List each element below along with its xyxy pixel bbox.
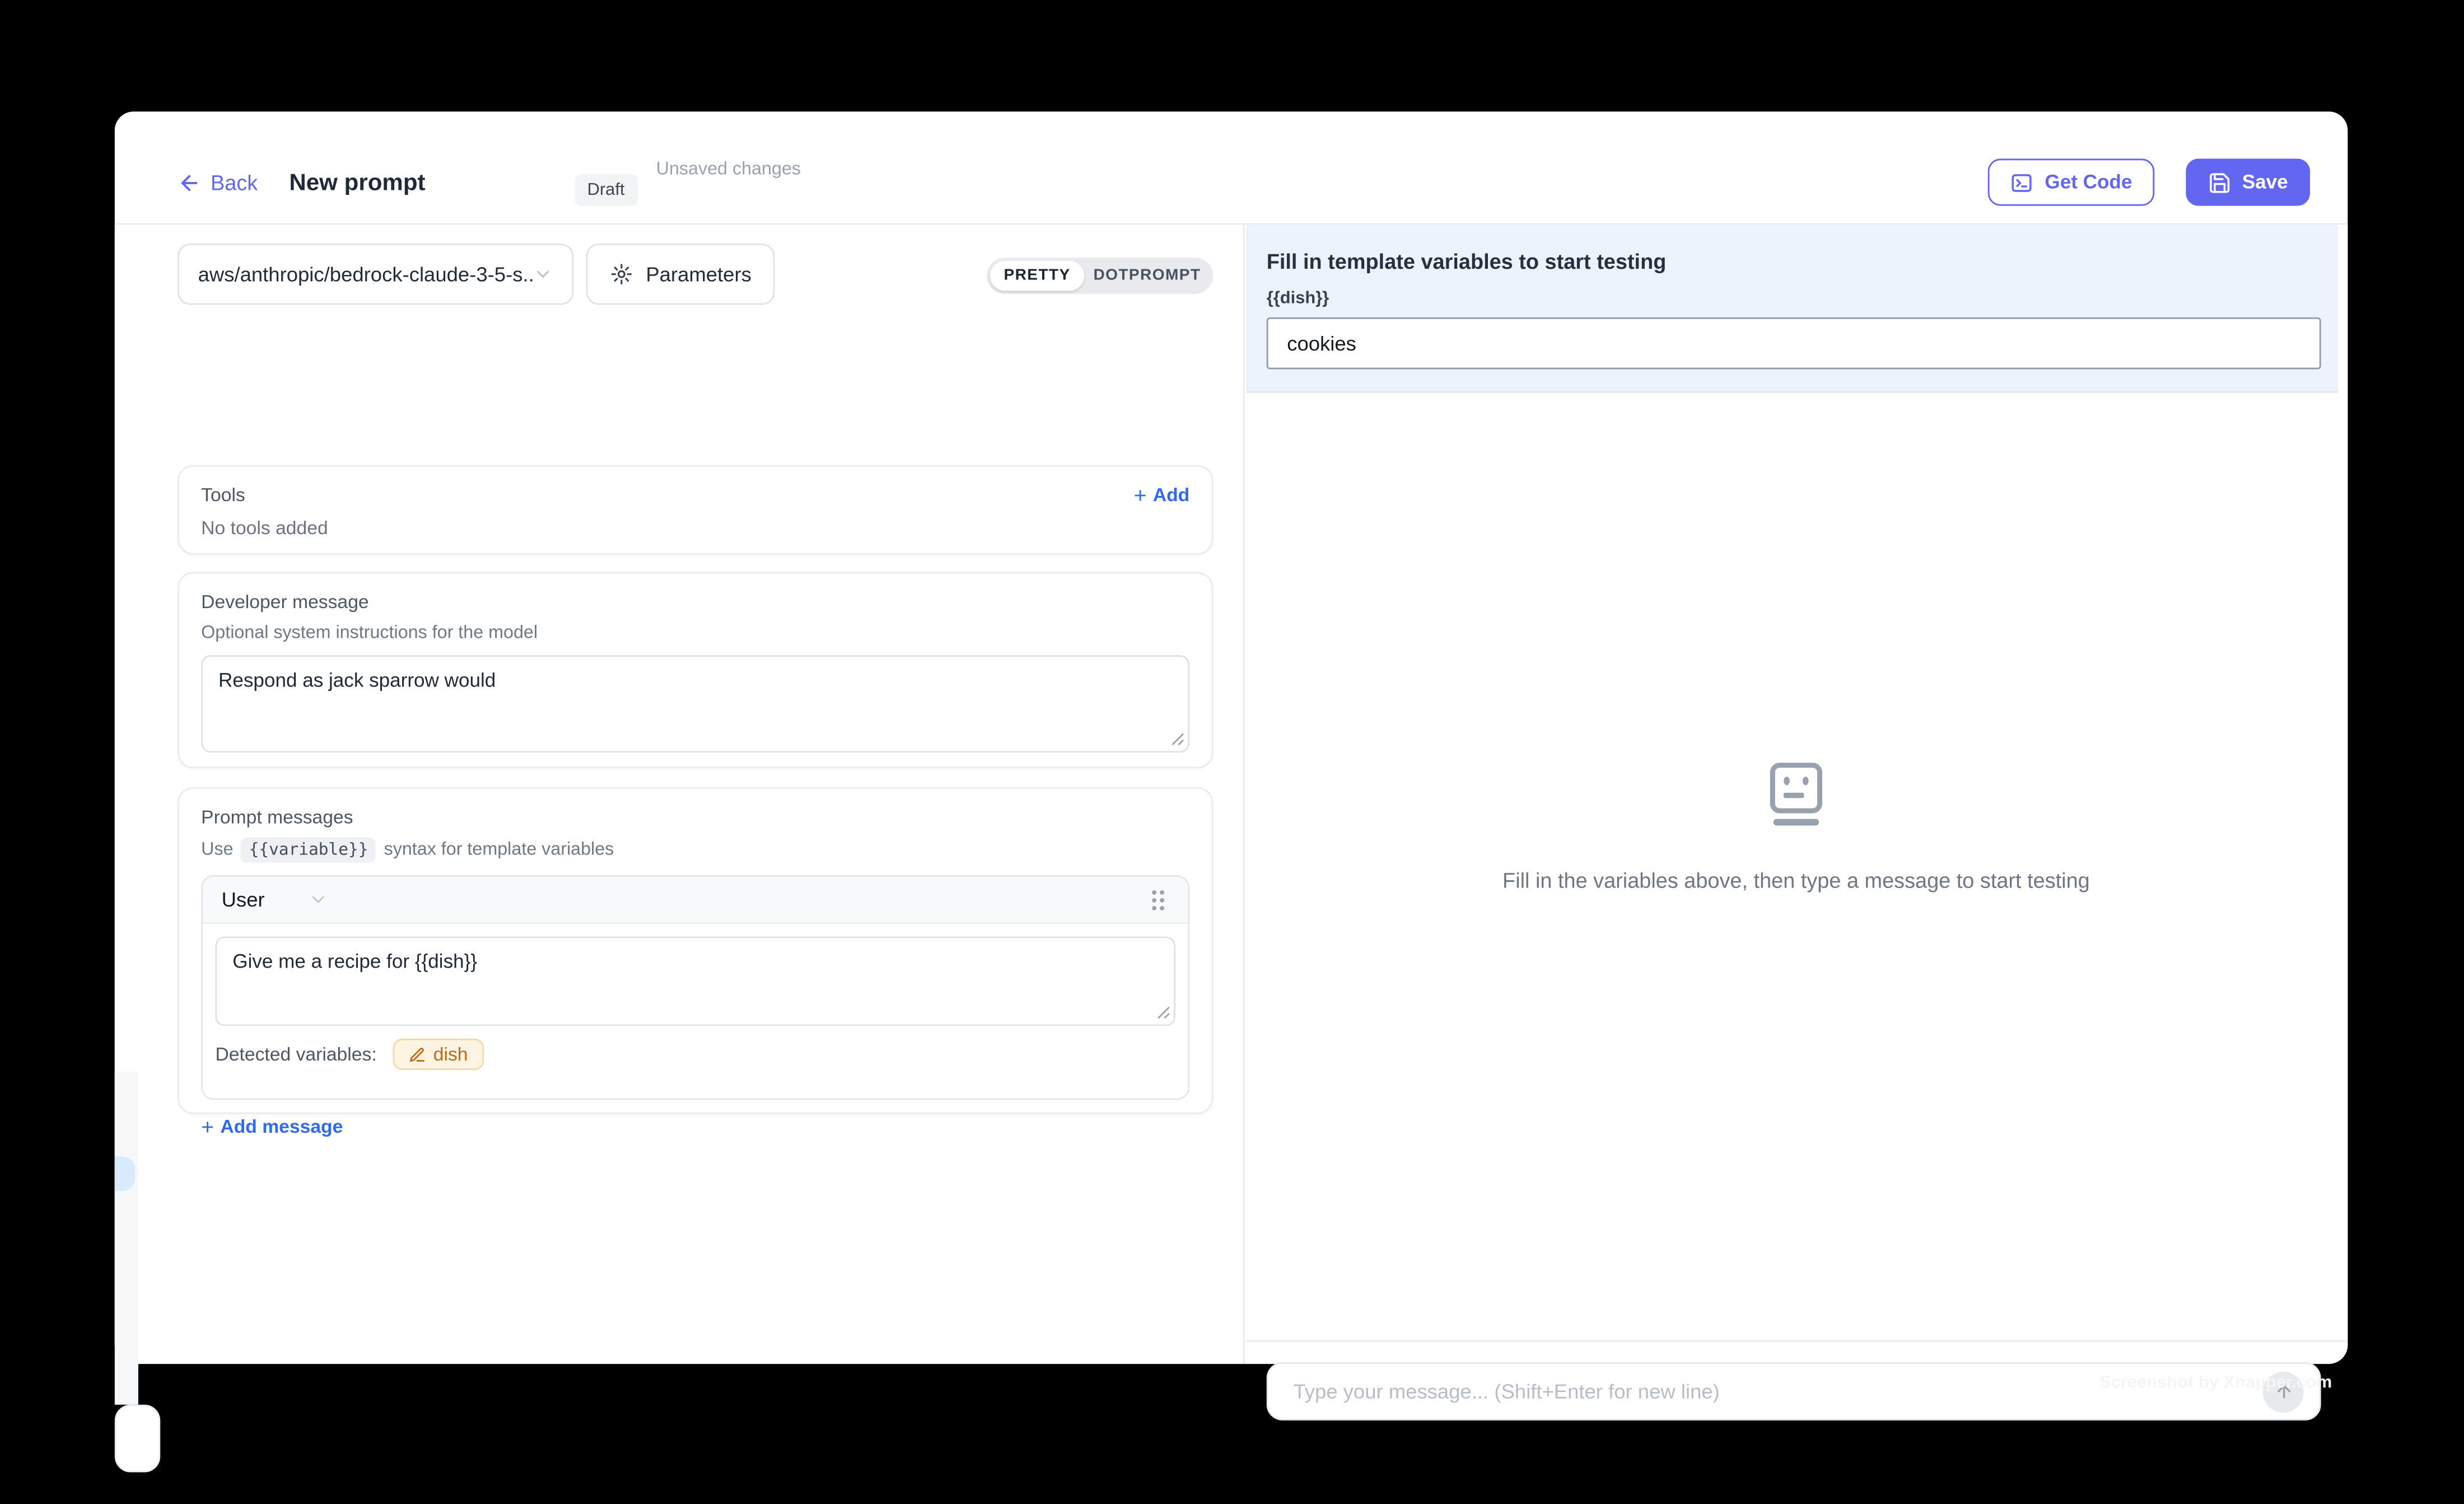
variable-chip-label: dish xyxy=(433,1043,468,1065)
chat-divider xyxy=(1246,1340,2348,1342)
hint-prefix: Use xyxy=(201,840,233,860)
toggle-option-dotprompt[interactable]: DOTPROMPT xyxy=(1084,261,1210,291)
variable-fill-title: Fill in template variables to start test… xyxy=(1267,250,1667,273)
plus-icon: + xyxy=(1134,484,1147,506)
add-tool-label: Add xyxy=(1153,484,1189,506)
arrow-left-icon xyxy=(178,170,201,194)
message-body: Give me a recipe for {{dish}} Detected v… xyxy=(203,924,1188,1098)
message-content-input[interactable]: Give me a recipe for {{dish}} xyxy=(215,936,1175,1026)
model-selector[interactable]: aws/anthropic/bedrock-claude-3-5-s... xyxy=(178,244,573,305)
message-block: User Give me a recipe for {{dish}} xyxy=(201,875,1189,1100)
prompt-editor-pane: aws/anthropic/bedrock-claude-3-5-s... Pa… xyxy=(115,225,1245,1363)
app-body: aws/anthropic/bedrock-claude-3-5-s... Pa… xyxy=(115,225,2348,1363)
chevron-down-icon xyxy=(309,889,329,909)
drag-handle-icon[interactable] xyxy=(1147,887,1169,912)
developer-message-title: Developer message xyxy=(201,591,1189,613)
watermark-text: Screenshot by Xnapper.com xyxy=(0,1374,2332,1393)
save-icon xyxy=(2208,170,2231,194)
add-tool-button[interactable]: + Add xyxy=(1134,484,1190,506)
terminal-icon xyxy=(2010,170,2034,194)
developer-message-input[interactable]: Respond as jack sparrow would xyxy=(201,655,1189,753)
add-message-label: Add message xyxy=(220,1115,343,1137)
model-selector-value: aws/anthropic/bedrock-claude-3-5-s... xyxy=(198,263,533,286)
back-button[interactable]: Back xyxy=(178,158,258,205)
developer-message-card: Developer message Optional system instru… xyxy=(178,572,1213,768)
detected-variables-label: Detected variables: xyxy=(215,1043,376,1065)
parameters-label: Parameters xyxy=(646,263,752,286)
get-code-button[interactable]: Get Code xyxy=(1988,158,2154,205)
add-message-button[interactable]: + Add message xyxy=(201,1115,1189,1137)
tools-empty-text: No tools added xyxy=(201,517,1189,539)
detected-variables-row: Detected variables: dish xyxy=(215,1039,1175,1070)
message-role-selector[interactable]: User xyxy=(222,888,329,911)
message-header: User xyxy=(203,877,1188,924)
parameters-button[interactable]: Parameters xyxy=(586,244,775,305)
prompt-messages-title: Prompt messages xyxy=(201,806,1189,828)
variable-name-label: {{dish}} xyxy=(1267,289,1329,308)
variable-chip-dish[interactable]: dish xyxy=(393,1039,484,1070)
sidebar-active-item-sliver xyxy=(115,1156,135,1191)
format-toggle: PRETTY DOTPROMPT xyxy=(987,258,1213,294)
toggle-option-pretty[interactable]: PRETTY xyxy=(990,261,1084,291)
save-label: Save xyxy=(2242,171,2288,193)
empty-state-text: Fill in the variables above, then type a… xyxy=(1246,869,2346,893)
get-code-label: Get Code xyxy=(2045,171,2132,193)
test-pane: Fill in template variables to start test… xyxy=(1246,225,2348,1363)
save-button[interactable]: Save xyxy=(2186,158,2310,205)
tools-card: Tools + Add No tools added xyxy=(178,465,1213,555)
chevron-down-icon xyxy=(533,264,553,284)
template-syntax-hint: Use {{variable}} syntax for template var… xyxy=(201,838,1189,863)
pencil-icon xyxy=(408,1045,426,1063)
chat-empty-state: Fill in the variables above, then type a… xyxy=(1246,762,2346,893)
screenshot-stage: Back New prompt Draft Unsaved changes Ge… xyxy=(0,0,2464,1503)
hint-suffix: syntax for template variables xyxy=(384,840,614,860)
sidebar-popover-sliver xyxy=(115,1405,160,1473)
status-badge: Draft xyxy=(575,174,637,205)
tools-title: Tools xyxy=(201,484,245,506)
back-label: Back xyxy=(211,170,258,194)
app-window: Back New prompt Draft Unsaved changes Ge… xyxy=(115,111,2348,1363)
robot-face-icon xyxy=(1770,762,1823,826)
plus-icon: + xyxy=(201,1115,214,1137)
sidebar-sliver xyxy=(115,1072,138,1405)
unsaved-changes-text: Unsaved changes xyxy=(656,160,801,179)
message-role-value: User xyxy=(222,888,265,911)
developer-message-subtitle: Optional system instructions for the mod… xyxy=(201,624,1189,643)
variable-syntax-chip: {{variable}} xyxy=(241,838,376,863)
page-title: New prompt xyxy=(289,158,425,205)
gear-icon xyxy=(610,263,633,286)
variable-value-input[interactable] xyxy=(1267,317,2321,370)
header: Back New prompt Draft Unsaved changes Ge… xyxy=(115,111,2348,225)
prompt-messages-card: Prompt messages Use {{variable}} syntax … xyxy=(178,787,1213,1114)
variable-fill-section: Fill in template variables to start test… xyxy=(1246,225,2338,393)
